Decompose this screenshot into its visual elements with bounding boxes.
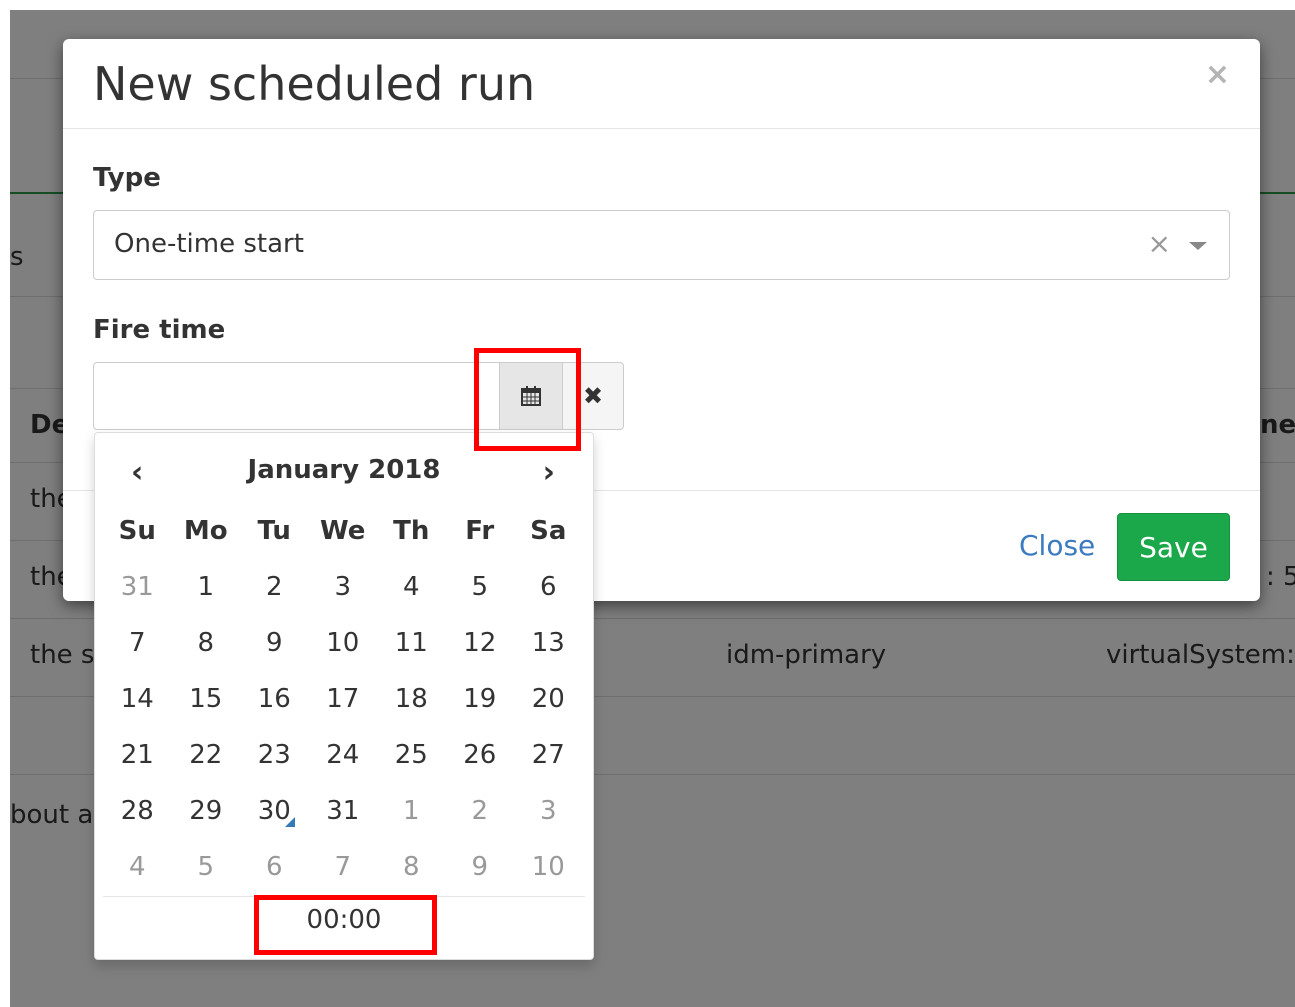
fire-time-label: Fire time	[93, 315, 226, 345]
week-row: 7 8 9 10 11 12 13	[103, 615, 583, 671]
chevron-down-icon[interactable]	[1189, 242, 1207, 250]
day-cell[interactable]: 2	[240, 559, 309, 615]
modal-title: New scheduled run	[93, 57, 536, 111]
day-cell[interactable]: 17	[309, 671, 378, 727]
day-cell[interactable]: 16	[240, 671, 309, 727]
weekday-label: Tu	[257, 516, 291, 546]
save-button[interactable]: Save	[1117, 513, 1230, 581]
chevron-right-icon[interactable]: ›	[543, 455, 555, 490]
day-cell[interactable]: 24	[309, 727, 378, 783]
day-cell[interactable]: 7	[103, 615, 172, 671]
day-cell[interactable]: 11	[377, 615, 446, 671]
modal-header: New scheduled run ×	[63, 39, 1260, 129]
datepicker-header: ‹ January 2018 ›	[95, 451, 593, 501]
day-cell[interactable]: 23	[240, 727, 309, 783]
weekday-label: Sa	[530, 516, 567, 546]
weekday-label: We	[320, 516, 366, 546]
day-cell-other-month[interactable]: 10	[514, 839, 583, 895]
day-cell[interactable]: 26	[446, 727, 515, 783]
day-cell-other-month[interactable]: 3	[514, 783, 583, 839]
day-cell-other-month[interactable]: 2	[446, 783, 515, 839]
day-cell-other-month[interactable]: 31	[103, 559, 172, 615]
day-cell[interactable]: 1	[172, 559, 241, 615]
type-label: Type	[93, 163, 161, 193]
datepicker-popup: ‹ January 2018 › Su Mo Tu We Th Fr Sa 31…	[94, 432, 594, 960]
day-cell[interactable]: 10	[309, 615, 378, 671]
day-cell[interactable]: 3	[309, 559, 378, 615]
week-row: 31 1 2 3 4 5 6	[103, 559, 583, 615]
type-select[interactable]: One-time start ×	[93, 210, 1230, 280]
day-cell[interactable]: 12	[446, 615, 515, 671]
day-cell-other-month[interactable]: 5	[172, 839, 241, 895]
weekday-label: Th	[393, 516, 430, 546]
weekday-label: Su	[118, 516, 156, 546]
day-cell-today[interactable]: 30	[240, 783, 309, 839]
datepicker-month-title[interactable]: January 2018	[95, 455, 593, 485]
day-cell[interactable]: 25	[377, 727, 446, 783]
week-row: 28 29 30 31 1 2 3	[103, 783, 583, 839]
day-cell[interactable]: 28	[103, 783, 172, 839]
day-cell[interactable]: 6	[514, 559, 583, 615]
week-row: 14 15 16 17 18 19 20	[103, 671, 583, 727]
day-cell[interactable]: 19	[446, 671, 515, 727]
day-cell[interactable]: 9	[240, 615, 309, 671]
day-cell-other-month[interactable]: 4	[103, 839, 172, 895]
day-cell[interactable]: 4	[377, 559, 446, 615]
day-cell[interactable]: 27	[514, 727, 583, 783]
day-cell-other-month[interactable]: 6	[240, 839, 309, 895]
day-cell-other-month[interactable]: 1	[377, 783, 446, 839]
weekday-header-row: Su Mo Tu We Th Fr Sa	[103, 503, 583, 559]
week-row: 4 5 6 7 8 9 10	[103, 839, 583, 895]
highlight-box-time	[254, 895, 437, 955]
day-cell[interactable]: 29	[172, 783, 241, 839]
day-cell[interactable]: 21	[103, 727, 172, 783]
day-cell[interactable]: 15	[172, 671, 241, 727]
weekday-label: Mo	[183, 516, 228, 546]
highlight-box-calendar-button	[474, 348, 581, 451]
day-cell[interactable]: 8	[172, 615, 241, 671]
day-cell-other-month[interactable]: 8	[377, 839, 446, 895]
modal-close-icon[interactable]: ×	[1205, 57, 1230, 92]
day-cell-other-month[interactable]: 9	[446, 839, 515, 895]
day-cell[interactable]: 14	[103, 671, 172, 727]
day-cell[interactable]: 31	[309, 783, 378, 839]
datepicker-grid: Su Mo Tu We Th Fr Sa 31 1 2 3 4 5 6 7 8 …	[103, 503, 583, 895]
week-row: 21 22 23 24 25 26 27	[103, 727, 583, 783]
day-cell[interactable]: 13	[514, 615, 583, 671]
select-clear-icon[interactable]: ×	[1148, 227, 1171, 260]
weekday-label: Fr	[465, 516, 495, 546]
close-button[interactable]: Close	[1019, 529, 1095, 562]
day-cell[interactable]: 18	[377, 671, 446, 727]
day-cell-other-month[interactable]: 7	[309, 839, 378, 895]
fire-time-input[interactable]	[93, 362, 501, 430]
type-select-value: One-time start	[114, 229, 304, 259]
day-cell[interactable]: 20	[514, 671, 583, 727]
day-cell[interactable]: 5	[446, 559, 515, 615]
close-icon: ✖	[582, 382, 604, 410]
day-cell[interactable]: 22	[172, 727, 241, 783]
